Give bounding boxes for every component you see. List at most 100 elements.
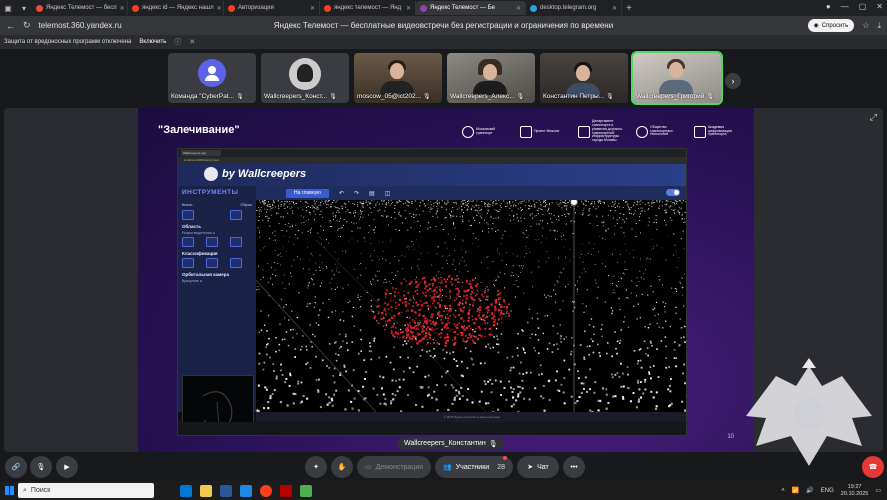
next-participants-button[interactable]: › (725, 73, 741, 89)
close-icon[interactable]: ✕ (876, 2, 883, 11)
minimize-icon[interactable]: — (841, 2, 849, 11)
browser-menu-icon[interactable]: ▣ (0, 0, 16, 16)
help-icon[interactable]: ⓘ (174, 37, 181, 47)
app-brand: by Wallcreepers (204, 167, 306, 181)
windows-icon (4, 486, 14, 495)
participant-name: Wallcreepers_Алекс... 🎙 (450, 93, 525, 100)
close-bar-icon[interactable]: ✕ (189, 38, 195, 46)
start-button[interactable] (0, 481, 18, 500)
windows-taskbar: ⌕ Поиск ˄ 📶 🔊 ENG 19:27 20.10.2025 ▭ (0, 481, 887, 500)
mic-off-icon: 🎙 (423, 94, 431, 100)
point-cloud-viewport[interactable] (256, 200, 686, 412)
more-button[interactable]: ••• (563, 456, 585, 478)
bookmark-icon[interactable]: ☆ (862, 21, 869, 31)
area-tools (182, 237, 252, 247)
address-bar-icons: ☆ ⤓ (862, 21, 881, 31)
tab-close-icon[interactable]: ✕ (310, 5, 315, 12)
maximize-icon[interactable]: ▢ (859, 2, 867, 11)
download-icon[interactable]: ⤓ (877, 21, 881, 31)
taskbar-search[interactable]: ⌕ Поиск (18, 483, 154, 498)
refresh-icon[interactable]: ↻ (23, 20, 31, 31)
participant-tile[interactable]: Команда "CyberPat... 🎙 (168, 53, 256, 103)
tab-close-icon[interactable]: ✕ (120, 5, 125, 12)
url-field[interactable]: telemost.360.yandex.ru (39, 21, 122, 30)
copy-link-button[interactable]: 🔗 (5, 456, 27, 478)
word-icon[interactable] (220, 484, 232, 497)
telemost-window: ▣ ▾ Яндекс Телемост — бесп ✕ яндекс id — … (0, 0, 887, 500)
reset-icon[interactable] (230, 210, 242, 220)
enable-protection-button[interactable]: Включить (139, 39, 166, 45)
browser-tab[interactable]: desktop.telegram.org ✕ (526, 1, 622, 15)
tray-expand-icon[interactable]: ˄ (781, 488, 785, 494)
tab-close-icon[interactable]: ✕ (612, 5, 617, 12)
camera-button[interactable]: ▶ (56, 456, 78, 478)
call-controls: 🔗 🎙 ▶ ✦ ✋ ▭ Демонстрация 👥 Участники 28 ➤ Ча… (0, 455, 887, 479)
volume-icon[interactable]: 🔊 (806, 487, 813, 494)
view-3d-icon[interactable]: ◫ (385, 190, 391, 197)
partner-logos: Московский транспорт Проект Moscow Депар… (462, 119, 740, 143)
logo-mark-icon (694, 125, 706, 138)
leave-call-button[interactable]: ☎ (862, 456, 884, 478)
screen-share-button[interactable]: ▭ Демонстрация (357, 456, 431, 478)
participant-tile-speaking[interactable]: Wallcreepers_Григорий 🎙 (631, 51, 723, 105)
participant-tile[interactable]: Wallcreepers_Конст... 🎙 (261, 53, 349, 103)
participants-button[interactable]: 👥 Участники 28 (435, 456, 513, 478)
participant-tile[interactable]: Wallcreepers_Алекс... 🎙 (447, 53, 535, 103)
tab-list-icon[interactable]: ▾ (16, 0, 32, 16)
raise-hand-button[interactable]: ✋ (331, 456, 353, 478)
browser-tab-active[interactable]: Яндекс Телемост — Бе ✕ (416, 1, 526, 15)
list-icon[interactable] (230, 258, 242, 268)
app-footer: © 2025 Здесь могла быть ваша реклама (256, 412, 686, 422)
home-button[interactable]: На главную (286, 188, 329, 198)
participant-name: Wallcreepers_Григорий 🎙 (636, 93, 715, 100)
browser-tab[interactable]: Яндекс Телемост — бесп ✕ (32, 1, 128, 15)
tab-title: яндекс телемост — Янд (334, 5, 402, 11)
protection-warning-bar: Защита от вредоносных программ отключена… (0, 35, 887, 49)
region-add-icon[interactable] (206, 237, 218, 247)
microphone-button[interactable]: 🎙 (30, 456, 52, 478)
language-indicator[interactable]: ENG (821, 488, 834, 494)
yandex-icon[interactable] (260, 484, 272, 497)
redo-icon[interactable]: ↷ (354, 190, 359, 197)
browser-tab[interactable]: Авторизация ✕ (224, 1, 320, 15)
participant-tile[interactable]: moscow_05@ict202... 🎙 (354, 53, 442, 103)
tab-title: яндекс id — Яндекс нашл (142, 5, 214, 11)
utorrent-icon[interactable] (300, 484, 312, 497)
network-icon[interactable]: 📶 (792, 487, 799, 494)
lasso-icon[interactable] (182, 237, 194, 247)
page-title: Яндекс Телемост — бесплатные видеовстреч… (273, 21, 614, 30)
new-tab-icon[interactable]: + (622, 3, 636, 14)
edge-icon[interactable] (180, 484, 192, 497)
explorer-icon[interactable] (200, 484, 212, 497)
notification-dot (503, 456, 507, 460)
tab-close-icon[interactable]: ✕ (217, 5, 222, 12)
ask-button[interactable]: ◉ Спросить (807, 19, 855, 32)
chart-icon[interactable] (206, 258, 218, 268)
theme-toggle[interactable] (666, 189, 680, 196)
back-icon[interactable]: ← (6, 21, 15, 31)
save-icon[interactable]: ▤ (369, 190, 375, 197)
region-remove-icon[interactable] (230, 237, 242, 247)
store-icon[interactable] (240, 484, 252, 497)
notifications-icon[interactable]: ▭ (875, 487, 881, 494)
classify-icon[interactable] (182, 258, 194, 268)
mic-off-icon: 🎙 (606, 94, 614, 100)
browser-tab[interactable]: яндекс id — Яндекс нашл ✕ (128, 1, 224, 15)
browser-tab[interactable]: яндекс телемост — Янд ✕ (320, 1, 416, 15)
reset-label[interactable]: Сброс (240, 202, 252, 207)
effects-button[interactable]: ✦ (305, 456, 327, 478)
app-tab: Wallcreepers app (181, 150, 221, 156)
pdf-icon[interactable] (280, 484, 292, 497)
participant-tile[interactable]: Константин Петры... 🎙 (540, 53, 628, 103)
participant-name: Команда "CyberPat... 🎙 (171, 93, 244, 100)
profile-icon[interactable]: ● (826, 2, 831, 11)
undo-icon[interactable]: ↶ (339, 190, 344, 197)
fullscreen-icon[interactable]: ⤢ (870, 112, 877, 123)
tab-close-icon[interactable]: ✕ (516, 5, 521, 12)
brush-icon[interactable] (182, 210, 194, 220)
tab-close-icon[interactable]: ✕ (406, 5, 411, 12)
taskbar-clock[interactable]: 19:27 20.10.2025 (841, 484, 869, 497)
chat-button[interactable]: ➤ Чат (517, 456, 559, 478)
brand-logo-icon (204, 167, 218, 181)
tab-favicon (530, 4, 537, 12)
